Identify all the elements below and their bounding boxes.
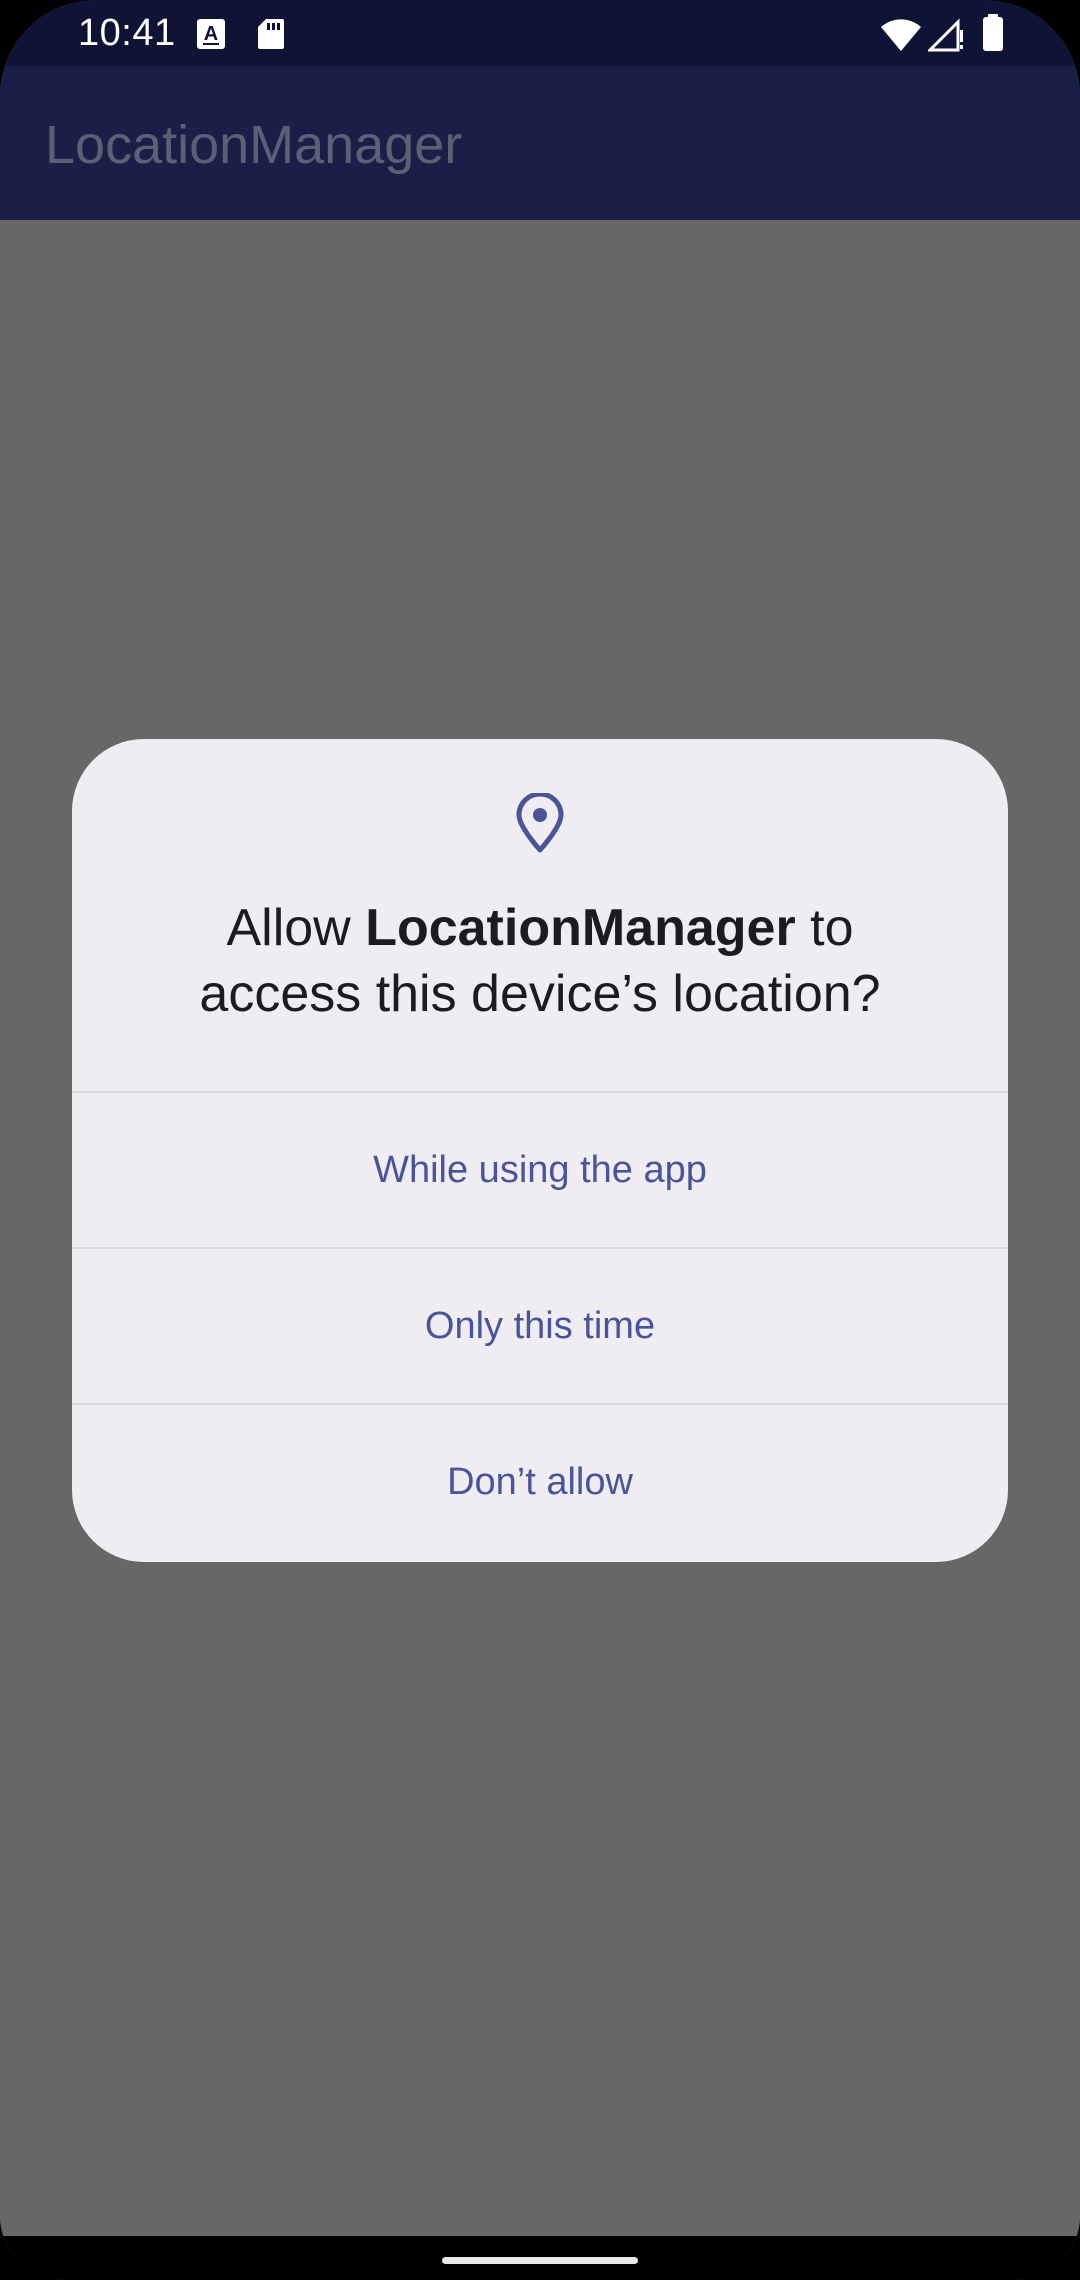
- while-using-app-button[interactable]: While using the app: [72, 1093, 1008, 1247]
- dialog-title-prefix: Allow: [226, 899, 366, 957]
- svg-text:A: A: [204, 23, 218, 45]
- dont-allow-button[interactable]: Don’t allow: [72, 1405, 1008, 1559]
- battery-icon: [982, 14, 1004, 57]
- cellular-no-signal-icon: [926, 18, 964, 57]
- wifi-icon: [880, 18, 922, 57]
- location-permission-dialog: Allow LocationManager to access this dev…: [72, 739, 1008, 1562]
- app-title: LocationManager: [45, 115, 463, 175]
- text-a-icon: A: [196, 18, 226, 55]
- status-bar: 10:41 A: [0, 0, 1080, 66]
- dialog-title-line2: access this device’s location?: [199, 965, 881, 1023]
- app-bar: LocationManager: [0, 66, 1080, 220]
- home-gesture-handle[interactable]: [442, 2257, 638, 2264]
- dialog-title: Allow LocationManager to access this dev…: [112, 895, 968, 1027]
- device-screen: 10:41 A LocationManager Allow LocationMa…: [0, 0, 1080, 2280]
- status-time: 10:41: [78, 12, 176, 54]
- location-pin-icon: [515, 791, 565, 853]
- sd-card-icon: [257, 18, 285, 55]
- only-this-time-button[interactable]: Only this time: [72, 1249, 1008, 1403]
- dialog-title-app-name: LocationManager: [365, 899, 796, 957]
- dialog-title-suffix: to: [795, 899, 854, 957]
